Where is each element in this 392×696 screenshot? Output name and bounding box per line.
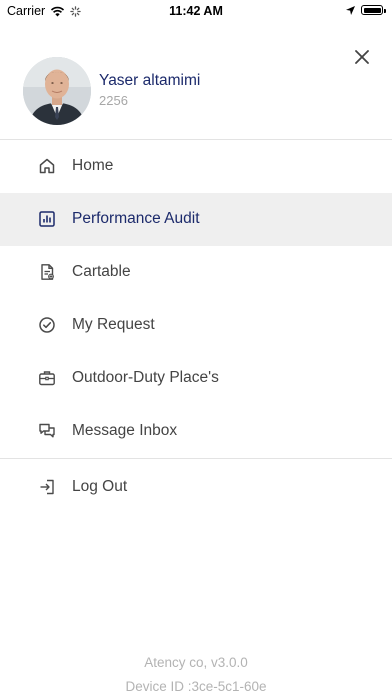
user-name: Yaser altamimi xyxy=(99,72,201,89)
menu-item-cartable[interactable]: Cartable xyxy=(0,246,392,299)
menu-item-label: Home xyxy=(72,157,114,174)
menu-item-label: My Request xyxy=(72,316,155,333)
avatar-photo xyxy=(23,57,91,125)
device-id: Device ID :3ce-5c1-60e xyxy=(125,679,267,694)
menu-item-outdoor-duty-places[interactable]: Outdoor-Duty Place's xyxy=(0,352,392,405)
menu-item-home[interactable]: Home xyxy=(0,140,392,193)
status-time: 11:42 AM xyxy=(169,4,223,18)
close-button[interactable] xyxy=(349,44,375,70)
menu-item-my-request[interactable]: My Request xyxy=(0,299,392,352)
location-arrow-icon xyxy=(346,5,355,15)
menu-item-label: Message Inbox xyxy=(72,422,178,439)
document-icon xyxy=(41,264,54,280)
menu-item-label: Outdoor-Duty Place's xyxy=(72,369,219,386)
logout-label: Log Out xyxy=(72,478,128,495)
menu-item-message-inbox[interactable]: Message Inbox xyxy=(0,405,392,458)
status-bar: Carrier 11:42 AM xyxy=(0,0,392,22)
bar-chart-icon xyxy=(39,211,55,227)
logout-button[interactable]: Log Out xyxy=(0,461,392,514)
app-version: Atency co, v3.0.0 xyxy=(144,655,248,670)
menu-item-label: Performance Audit xyxy=(72,210,200,227)
briefcase-icon xyxy=(39,371,55,386)
close-icon xyxy=(355,50,369,64)
logout-icon xyxy=(40,479,54,495)
battery-icon xyxy=(361,5,386,15)
menu-divider xyxy=(0,458,392,459)
menu-item-performance-audit[interactable]: Performance Audit xyxy=(0,193,392,246)
avatar[interactable] xyxy=(23,57,91,125)
menu-item-label: Cartable xyxy=(72,263,131,280)
chat-icon xyxy=(39,423,55,438)
status-right xyxy=(346,5,386,15)
user-id: 2256 xyxy=(99,93,128,108)
check-circle-icon xyxy=(39,317,55,333)
home-icon xyxy=(39,158,55,174)
